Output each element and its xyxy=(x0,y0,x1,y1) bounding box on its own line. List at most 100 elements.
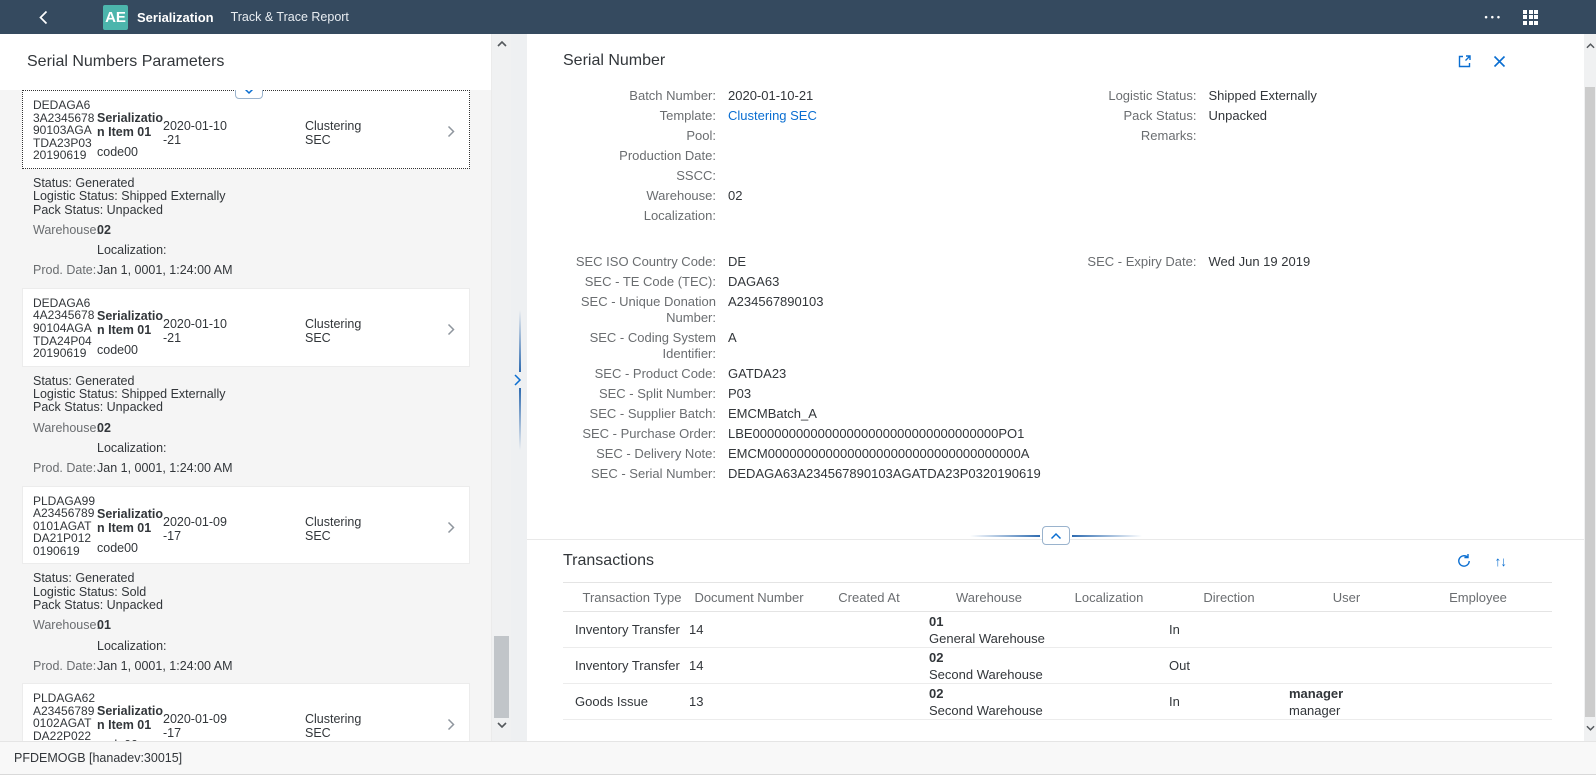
serial-card[interactable]: DEDAGA63A234567890103AGATDA23P0320190619… xyxy=(22,90,470,169)
warehouse-name: Second Warehouse xyxy=(929,702,1049,719)
serial-numbers-panel: Serial Numbers Parameters DEDAGA63A23456… xyxy=(0,34,492,741)
batch-date: 2020-01-09-17 xyxy=(163,690,227,741)
prod-date-value: Jan 1, 0001, 1:24:00 AM xyxy=(97,264,233,277)
field-label: SEC - Serial Number: xyxy=(563,466,716,482)
serial-number: DEDAGA64A234567890104AGATDA24P0420190619 xyxy=(33,295,97,360)
serial-status-block: Status: Generated Logistic Status: Sold … xyxy=(0,564,491,683)
grid-icon xyxy=(1523,10,1538,25)
serial-card[interactable]: PLDAGA99A234567890101AGATDA21P0120190619… xyxy=(22,486,470,565)
general-section: Batch Number:2020-01-10-21 Template:Clus… xyxy=(563,88,1560,228)
main-area: Serial Numbers Parameters DEDAGA63A23456… xyxy=(0,34,1596,741)
serial-number-detail-panel: Serial Number xyxy=(527,34,1584,741)
localization-cell xyxy=(1049,684,1169,719)
list-collapse-button[interactable] xyxy=(235,90,263,99)
right-scrollbar[interactable] xyxy=(1584,34,1596,741)
splitter-expand-icon[interactable] xyxy=(513,373,522,387)
field-label: SEC - Supplier Batch: xyxy=(563,406,716,422)
table-row[interactable]: Inventory Transfer 14 01General Warehous… xyxy=(563,612,1552,648)
warehouse-code: 02 xyxy=(929,649,1049,666)
serial-card[interactable]: PLDAGA62A234567890102AGATDA22P0220190619… xyxy=(22,683,470,741)
template-link[interactable]: Clustering SEC xyxy=(728,108,817,124)
scroll-down-icon[interactable] xyxy=(492,717,511,733)
detail-title: Serial Number xyxy=(563,52,665,70)
direction-cell: In xyxy=(1169,684,1289,719)
column-header[interactable]: Employee xyxy=(1404,583,1552,611)
field-label: SEC - Product Code: xyxy=(563,366,716,382)
column-header[interactable]: Created At xyxy=(809,583,929,611)
clustering-template: Clustering SEC xyxy=(305,295,385,360)
created-at xyxy=(809,612,929,647)
warehouse-label: Warehouse: xyxy=(33,422,97,435)
serial-number: DEDAGA63A234567890103AGATDA23P0320190619 xyxy=(33,97,97,162)
column-header[interactable]: Localization xyxy=(1049,583,1169,611)
prod-date-value: Jan 1, 0001, 1:24:00 AM xyxy=(97,660,233,673)
field-value: GATDA23 xyxy=(728,366,786,382)
app-root: AE Serialization Track & Trace Report ••… xyxy=(0,0,1596,783)
chevron-down-icon xyxy=(243,90,255,95)
overflow-menu-button[interactable]: ••• xyxy=(1485,12,1503,22)
panel-splitter[interactable] xyxy=(511,34,527,741)
chevron-right-icon xyxy=(447,521,455,534)
prod-date-label: Prod. Date: xyxy=(33,462,97,475)
direction-cell: Out xyxy=(1169,648,1289,683)
column-header[interactable]: Document Number xyxy=(689,583,809,611)
detail-form: Batch Number:2020-01-10-21 Template:Clus… xyxy=(527,88,1584,522)
user-id: manager xyxy=(1289,685,1404,702)
created-at xyxy=(809,684,929,719)
column-header[interactable]: Direction xyxy=(1169,583,1289,611)
warehouse-cell: 01General Warehouse xyxy=(929,612,1049,647)
left-scrollbar-thumb[interactable] xyxy=(494,636,509,718)
employee-cell xyxy=(1404,612,1552,647)
fullscreen-icon xyxy=(1457,54,1472,69)
fullscreen-button[interactable] xyxy=(1457,54,1472,69)
scroll-up-icon[interactable] xyxy=(1584,38,1596,54)
close-button[interactable] xyxy=(1493,54,1506,69)
template-code: code00 xyxy=(97,343,163,357)
user-name: manager xyxy=(1289,702,1404,719)
column-header[interactable]: Transaction Type xyxy=(575,583,689,611)
table-row[interactable]: Goods Issue 13 02Second Warehouse In man… xyxy=(563,684,1552,720)
created-at xyxy=(809,648,929,683)
field-value: DAGA63 xyxy=(728,274,779,290)
field-value: 2020-01-10-21 xyxy=(728,88,813,104)
detail-collapse-button[interactable] xyxy=(1042,526,1070,545)
close-icon xyxy=(1493,55,1506,68)
scroll-up-icon[interactable] xyxy=(492,36,511,52)
list-item: DEDAGA63A234567890103AGATDA23P0320190619… xyxy=(0,90,491,288)
table-header-row: Transaction Type Document Number Created… xyxy=(563,582,1552,612)
column-header[interactable]: Warehouse xyxy=(929,583,1049,611)
refresh-icon xyxy=(1456,553,1472,569)
scroll-down-icon[interactable] xyxy=(1584,720,1596,736)
left-scrollbar[interactable] xyxy=(492,34,511,741)
back-button[interactable] xyxy=(38,10,49,25)
app-finder-button[interactable] xyxy=(1523,10,1538,25)
warehouse-value: 01 xyxy=(97,619,111,632)
batch-date: 2020-01-10-21 xyxy=(163,97,227,162)
transactions-title: Transactions xyxy=(563,552,654,570)
right-scrollbar-thumb[interactable] xyxy=(1585,87,1595,717)
field-label: Localization: xyxy=(563,208,716,224)
sort-button[interactable]: ↑↓ xyxy=(1495,554,1507,569)
warehouse-value: 02 xyxy=(97,224,111,237)
user-cell xyxy=(1289,612,1404,647)
field-label: Template: xyxy=(563,108,716,124)
field-value: Unpacked xyxy=(1209,108,1268,124)
user-cell xyxy=(1289,648,1404,683)
template-code: code00 xyxy=(97,738,163,741)
employee-cell xyxy=(1404,648,1552,683)
field-label: SEC ISO Country Code: xyxy=(563,254,716,270)
transaction-type: Goods Issue xyxy=(575,684,689,719)
column-header[interactable]: User xyxy=(1289,583,1404,611)
field-label: Pool: xyxy=(563,128,716,144)
field-label: Logistic Status: xyxy=(1062,88,1197,104)
sort-icon: ↑↓ xyxy=(1495,554,1507,569)
template-item-name: Serialization Item 01 xyxy=(97,111,163,139)
transactions-header: Transactions ↑↓ xyxy=(527,540,1584,582)
serial-card[interactable]: DEDAGA64A234567890104AGATDA24P0420190619… xyxy=(22,288,470,367)
employee-cell xyxy=(1404,684,1552,719)
table-row[interactable]: Inventory Transfer 14 02Second Warehouse… xyxy=(563,648,1552,684)
field-label: SSCC: xyxy=(563,168,716,184)
serial-status-block: Status: Generated Logistic Status: Shipp… xyxy=(0,169,491,288)
document-number: 13 xyxy=(689,684,809,719)
refresh-button[interactable] xyxy=(1456,553,1472,569)
